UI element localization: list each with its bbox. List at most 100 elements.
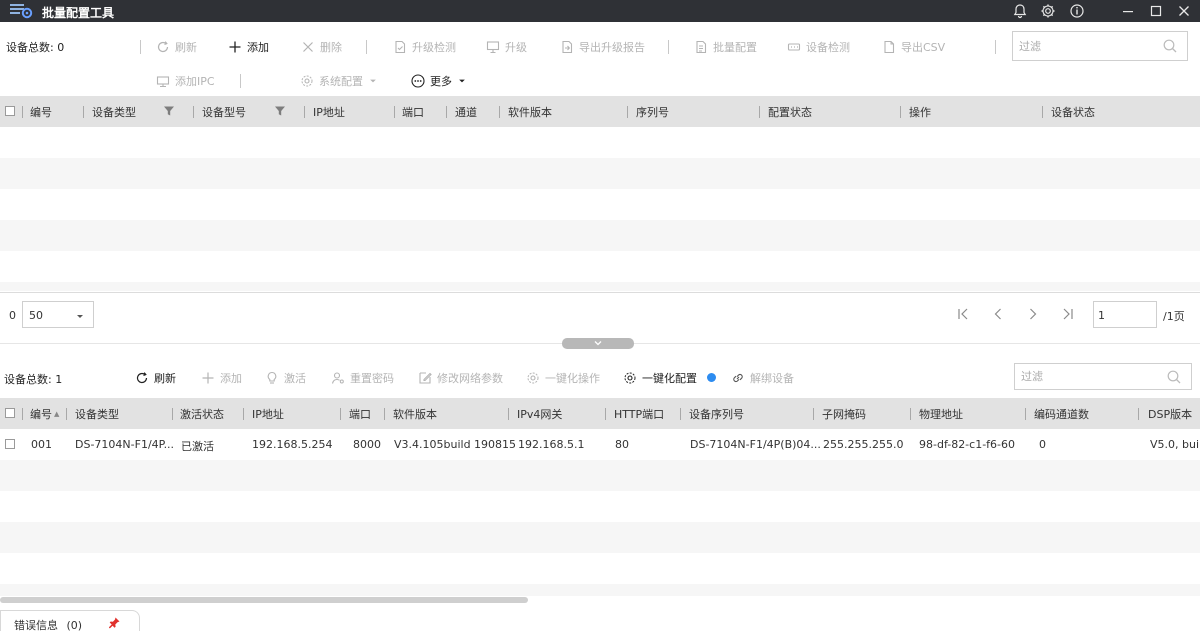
settings-gear-icon	[301, 75, 313, 87]
info-badge-icon[interactable]	[707, 373, 716, 382]
bottom-select-all-checkbox[interactable]	[5, 408, 15, 418]
pin-icon[interactable]	[108, 616, 121, 629]
column-header[interactable]: 序列号	[636, 96, 669, 127]
upgrade-check-button[interactable]: 升级检测	[393, 37, 456, 57]
column-divider	[605, 408, 606, 420]
plus-icon	[229, 41, 241, 53]
column-header[interactable]: 激活状态	[180, 398, 224, 429]
splitter-handle[interactable]	[562, 338, 634, 349]
delete-button[interactable]: 删除	[301, 37, 342, 57]
one-click-config-button[interactable]: 一键化配置	[623, 368, 716, 388]
minimize-icon[interactable]	[1119, 2, 1137, 20]
column-header[interactable]: 编号 ▲	[30, 398, 59, 429]
filter-funnel-icon[interactable]	[163, 105, 175, 117]
column-header[interactable]: 软件版本	[508, 96, 552, 127]
caret-down-icon	[459, 79, 465, 83]
last-page-icon[interactable]	[1060, 306, 1076, 322]
top-filter-box[interactable]	[1012, 31, 1188, 61]
column-header[interactable]: IP地址	[252, 398, 284, 429]
record-count: 0	[9, 309, 16, 322]
camera-icon	[156, 76, 170, 88]
column-header[interactable]: IPv4网关	[517, 398, 562, 429]
bell-icon[interactable]	[1011, 2, 1029, 20]
column-divider	[340, 408, 341, 420]
caret-down-icon	[370, 79, 376, 83]
page-size-select[interactable]: 50	[22, 301, 94, 328]
column-divider	[22, 408, 23, 420]
column-divider	[243, 408, 244, 420]
export-icon	[562, 40, 573, 54]
toolbar-divider	[995, 40, 996, 54]
column-divider	[627, 106, 628, 118]
column-divider	[759, 106, 760, 118]
close-icon[interactable]	[1175, 2, 1193, 20]
upgrade-button[interactable]: 升级	[486, 37, 527, 57]
document-check-icon	[395, 40, 406, 54]
column-header[interactable]: 编码通道数	[1034, 398, 1089, 429]
column-divider	[384, 408, 385, 420]
system-config-button[interactable]: 系统配置	[300, 71, 378, 91]
bottom-refresh-button[interactable]: 刷新	[135, 368, 176, 388]
refresh-button[interactable]: 刷新	[156, 37, 197, 57]
column-header[interactable]: 设备类型	[75, 398, 119, 429]
bottom-add-button[interactable]: 添加	[201, 368, 242, 388]
cell-activation-status: 已激活	[181, 440, 214, 453]
top-select-all-checkbox[interactable]	[5, 106, 15, 116]
horizontal-scrollbar-thumb[interactable]	[0, 597, 528, 603]
search-icon[interactable]	[1166, 369, 1182, 385]
batch-config-button[interactable]: 批量配置	[694, 37, 757, 57]
caret-down-icon	[77, 315, 83, 318]
more-dots-icon	[411, 74, 425, 88]
filter-funnel-icon[interactable]	[274, 105, 286, 117]
add-button[interactable]: 添加	[228, 37, 269, 57]
column-header[interactable]: 设备序列号	[689, 398, 744, 429]
activate-button[interactable]: 激活	[265, 368, 306, 388]
column-header[interactable]: 配置状态	[768, 96, 812, 127]
export-csv-button[interactable]: 导出CSV	[882, 37, 945, 57]
column-divider	[1138, 408, 1139, 420]
column-header[interactable]: 编号	[30, 96, 52, 127]
cell-number: 001	[31, 438, 52, 451]
bottom-filter-input[interactable]	[1021, 364, 1161, 389]
column-header[interactable]: 设备型号	[202, 96, 246, 127]
reset-password-button[interactable]: 重置密码	[331, 368, 394, 388]
column-header[interactable]: 端口	[402, 96, 424, 127]
one-click-operation-button[interactable]: 一键化操作	[526, 368, 600, 388]
column-divider	[83, 106, 84, 118]
bottom-filter-box[interactable]	[1014, 363, 1192, 390]
column-header[interactable]: DSP版本	[1148, 398, 1192, 429]
info-icon[interactable]	[1068, 2, 1086, 20]
column-header[interactable]: 设备类型	[92, 96, 136, 127]
cell-encoding-channels: 0	[1039, 438, 1046, 451]
column-header[interactable]: 物理地址	[919, 398, 963, 429]
modify-network-button[interactable]: 修改网络参数	[418, 368, 503, 388]
column-header[interactable]: 子网掩码	[822, 398, 866, 429]
prev-page-icon[interactable]	[990, 306, 1006, 322]
error-info-tab[interactable]: 错误信息 (0)	[0, 610, 140, 631]
cell-ip-address: 192.168.5.254	[252, 438, 333, 451]
batch-config-icon	[696, 40, 707, 54]
column-header[interactable]: 通道	[455, 96, 477, 127]
link-icon	[733, 373, 743, 383]
column-header[interactable]: 软件版本	[393, 398, 437, 429]
column-header[interactable]: IP地址	[313, 96, 345, 127]
row-checkbox[interactable]	[5, 439, 15, 449]
unbind-device-button[interactable]: 解绑设备	[731, 368, 794, 388]
column-header[interactable]: HTTP端口	[614, 398, 664, 429]
page-number-input[interactable]: 1	[1093, 301, 1157, 328]
column-header[interactable]: 设备状态	[1051, 96, 1095, 127]
next-page-icon[interactable]	[1025, 306, 1041, 322]
more-button[interactable]: 更多	[411, 71, 467, 91]
export-upgrade-report-button[interactable]: 导出升级报告	[560, 37, 645, 57]
gear-icon[interactable]	[1039, 2, 1057, 20]
first-page-icon[interactable]	[955, 306, 971, 322]
monitor-icon	[486, 41, 500, 54]
column-header[interactable]: 端口	[349, 398, 371, 429]
add-ipc-button[interactable]: 添加IPC	[156, 71, 215, 91]
table-row[interactable]: 001 DS-7104N-F1/4P... 已激活 192.168.5.254 …	[0, 429, 1200, 460]
device-check-button[interactable]: 设备检测	[787, 37, 850, 57]
search-icon[interactable]	[1162, 38, 1178, 54]
top-filter-input[interactable]	[1019, 32, 1157, 60]
column-header[interactable]: 操作	[909, 96, 931, 127]
maximize-icon[interactable]	[1147, 2, 1165, 20]
